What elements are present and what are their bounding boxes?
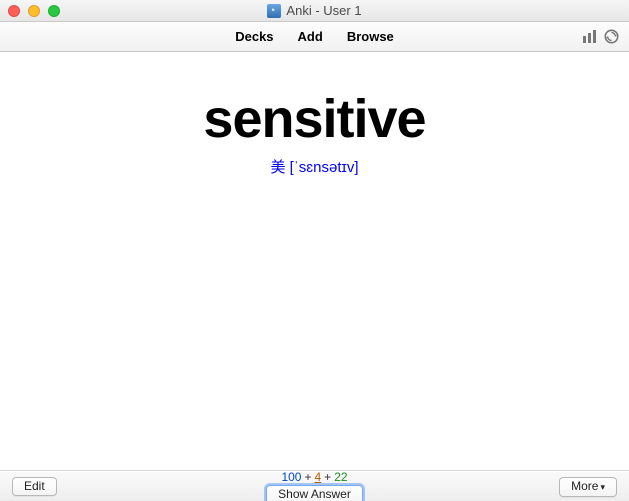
stats-icon[interactable] bbox=[582, 30, 598, 44]
more-label: More bbox=[571, 479, 598, 493]
minimize-icon[interactable] bbox=[28, 5, 40, 17]
show-answer-button[interactable]: Show Answer bbox=[266, 485, 363, 501]
window-controls bbox=[8, 5, 60, 17]
sync-icon[interactable] bbox=[604, 29, 619, 44]
nav-decks[interactable]: Decks bbox=[235, 29, 273, 44]
card-front-word: sensitive bbox=[203, 88, 425, 150]
plus-1: + bbox=[304, 470, 311, 484]
toolbar: Decks Add Browse bbox=[0, 22, 629, 52]
toolbar-right bbox=[582, 29, 619, 44]
toolbar-center: Decks Add Browse bbox=[235, 29, 394, 44]
window-title: Anki - User 1 bbox=[286, 3, 361, 18]
edit-button[interactable]: Edit bbox=[12, 477, 57, 496]
window-title-wrap: Anki - User 1 bbox=[0, 3, 629, 18]
bottom-bar: Edit 100 + 4 + 22 Show Answer More▾ bbox=[0, 471, 629, 501]
close-icon[interactable] bbox=[8, 5, 20, 17]
card-front-reading: 美 [ˈsɛnsətɪv] bbox=[270, 156, 358, 177]
more-button[interactable]: More▾ bbox=[559, 477, 617, 497]
count-new: 100 bbox=[281, 470, 301, 484]
zoom-icon[interactable] bbox=[48, 5, 60, 17]
review-counts: 100 + 4 + 22 bbox=[281, 470, 347, 484]
nav-browse[interactable]: Browse bbox=[347, 29, 394, 44]
nav-add[interactable]: Add bbox=[298, 29, 323, 44]
card-area: sensitive 美 [ˈsɛnsətɪv] bbox=[0, 52, 629, 471]
app-icon bbox=[267, 4, 281, 18]
center-group: 100 + 4 + 22 Show Answer bbox=[266, 470, 363, 501]
plus-2: + bbox=[324, 470, 331, 484]
count-due: 22 bbox=[334, 470, 347, 484]
titlebar: Anki - User 1 bbox=[0, 0, 629, 22]
chevron-down-icon: ▾ bbox=[600, 482, 605, 492]
count-learning: 4 bbox=[314, 470, 321, 484]
